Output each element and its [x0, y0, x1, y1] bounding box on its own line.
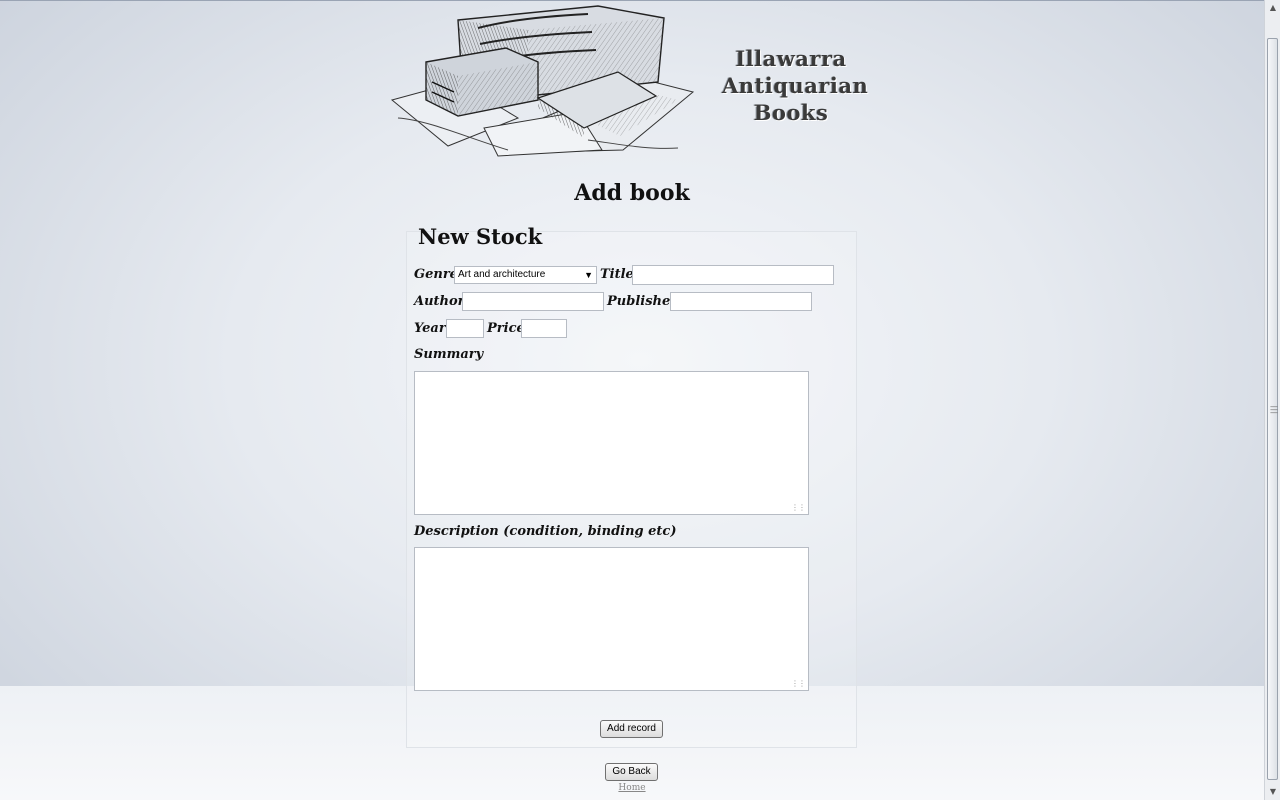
- resize-handle-icon[interactable]: ⋮⋮: [791, 504, 806, 512]
- publisher-input[interactable]: [670, 292, 812, 311]
- site-title: Illawarra Antiquarian Books: [722, 45, 869, 126]
- add-record-button[interactable]: Add record: [600, 720, 663, 738]
- author-input[interactable]: [462, 292, 604, 311]
- vertical-scrollbar[interactable]: ▲ — — — ▼: [1264, 0, 1280, 800]
- home-link[interactable]: Home: [612, 783, 652, 793]
- summary-label: Summary: [414, 347, 484, 362]
- go-back-button[interactable]: Go Back: [605, 763, 658, 781]
- summary-textarea[interactable]: ⋮⋮: [414, 371, 809, 515]
- price-label: Price: [487, 321, 525, 336]
- site-title-line-1: Illawarra: [735, 46, 847, 71]
- site-title-line-2: Antiquarian: [722, 73, 869, 98]
- site-title-line-3: Books: [753, 100, 829, 125]
- author-label: Author: [414, 294, 465, 309]
- genre-selected-value: Art and architecture: [458, 269, 546, 280]
- year-input[interactable]: [446, 319, 484, 338]
- description-label: Description (condition, binding etc): [414, 524, 677, 539]
- year-label: Year: [414, 321, 446, 336]
- genre-label: Genre: [414, 267, 458, 282]
- resize-handle-icon[interactable]: ⋮⋮: [791, 680, 806, 688]
- genre-select[interactable]: Art and architecture ▼: [454, 266, 597, 284]
- page-heading: Add book: [574, 180, 690, 206]
- description-textarea[interactable]: ⋮⋮: [414, 547, 809, 691]
- grip-icon: — — —: [1270, 402, 1278, 417]
- title-input[interactable]: [632, 265, 834, 285]
- books-illustration: [390, 5, 695, 157]
- fieldset-legend: New Stock: [418, 224, 543, 249]
- scroll-up-arrow-icon[interactable]: ▲: [1265, 0, 1280, 16]
- chevron-down-icon: ▼: [584, 270, 593, 280]
- publisher-label: Publisher: [607, 294, 678, 309]
- scroll-down-arrow-icon[interactable]: ▼: [1265, 784, 1280, 800]
- scrollbar-thumb[interactable]: — — —: [1267, 38, 1278, 780]
- price-input[interactable]: [521, 319, 567, 338]
- title-label: Title: [600, 267, 634, 282]
